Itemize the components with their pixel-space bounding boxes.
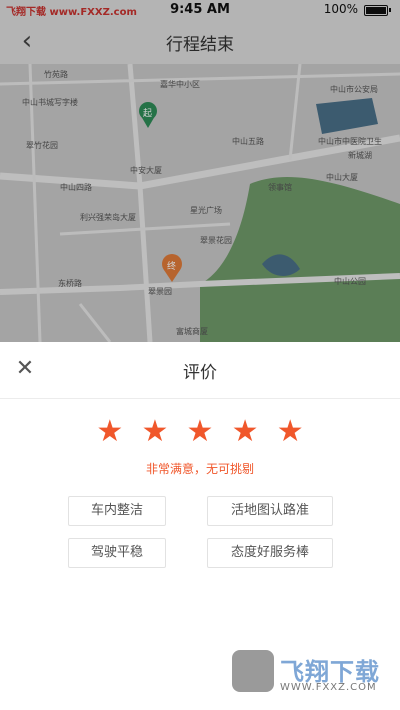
end-pin-label: 终	[167, 262, 177, 272]
star-icon[interactable]: ★	[182, 416, 218, 448]
watermark-url: WWW.FXXZ.COM	[280, 682, 377, 693]
map-label: 富城商厦	[176, 327, 208, 336]
page-title: 行程结束	[166, 35, 234, 55]
star-icon[interactable]: ★	[227, 416, 263, 448]
star-icon[interactable]: ★	[92, 416, 128, 448]
map-label: 中山书城写字楼	[22, 98, 78, 107]
battery-icon	[364, 5, 388, 16]
trip-map[interactable]: 竹苑路 嘉华中小区 中山市公安局 中山书城写字楼 中山市中医院卫生 翠竹花园 中…	[0, 64, 400, 342]
battery-percentage: 100%	[323, 2, 358, 16]
watermark-logo-icon	[232, 650, 274, 692]
map-label: 翠竹花园	[26, 141, 58, 150]
star-rating: ★ ★ ★ ★ ★	[0, 416, 400, 452]
top-bar: 飞翔下载 www.FXXZ.com 9:45 AM 100% ‹ 行程结束	[0, 0, 400, 64]
tag-button[interactable]: 态度好服务棒	[207, 538, 333, 568]
tag-button[interactable]: 车内整洁	[68, 496, 166, 526]
map-label: 新城湖	[348, 151, 372, 160]
map-label: 中山公园	[334, 277, 366, 286]
map-label: 嘉华中小区	[160, 80, 200, 89]
map-label: 中山大厦	[326, 173, 358, 182]
status-bar: 飞翔下载 www.FXXZ.com 9:45 AM 100%	[0, 0, 400, 20]
watermark: 飞翔下载 WWW.FXXZ.COM	[232, 648, 390, 700]
start-pin-label: 起	[143, 109, 153, 119]
park-area	[200, 176, 400, 342]
lake-large	[316, 98, 378, 134]
rating-title: 评价	[183, 363, 217, 383]
map-label: 中山市中医院卫生	[318, 137, 382, 146]
map-label: 中山四路	[60, 183, 92, 192]
star-icon[interactable]: ★	[137, 416, 173, 448]
map-label: 翠景园	[148, 287, 172, 296]
map-label: 星光广场	[190, 206, 222, 215]
tag-button[interactable]: 驾驶平稳	[68, 538, 166, 568]
map-label: 中安大厦	[130, 166, 162, 175]
map-label: 东桥路	[58, 279, 82, 288]
star-icon[interactable]: ★	[272, 416, 308, 448]
battery-cap	[389, 8, 391, 12]
nav-bar: ‹ 行程结束	[0, 20, 400, 64]
map-label: 中山市公安局	[330, 85, 378, 94]
tag-button[interactable]: 活地图认路准	[207, 496, 333, 526]
map-label: 竹苑路	[44, 70, 68, 79]
lower-road	[78, 303, 112, 342]
map-label: 中山五路	[232, 137, 264, 146]
map-label: 翠景花园	[200, 236, 232, 245]
rating-header: ✕ 评价	[0, 342, 400, 399]
vertical-road-3	[288, 64, 302, 161]
rating-comment: 非常满意，无可挑剔	[145, 462, 254, 476]
map-label: 领事馆	[268, 183, 292, 192]
map-label: 利兴强荣岛大厦	[80, 213, 136, 222]
